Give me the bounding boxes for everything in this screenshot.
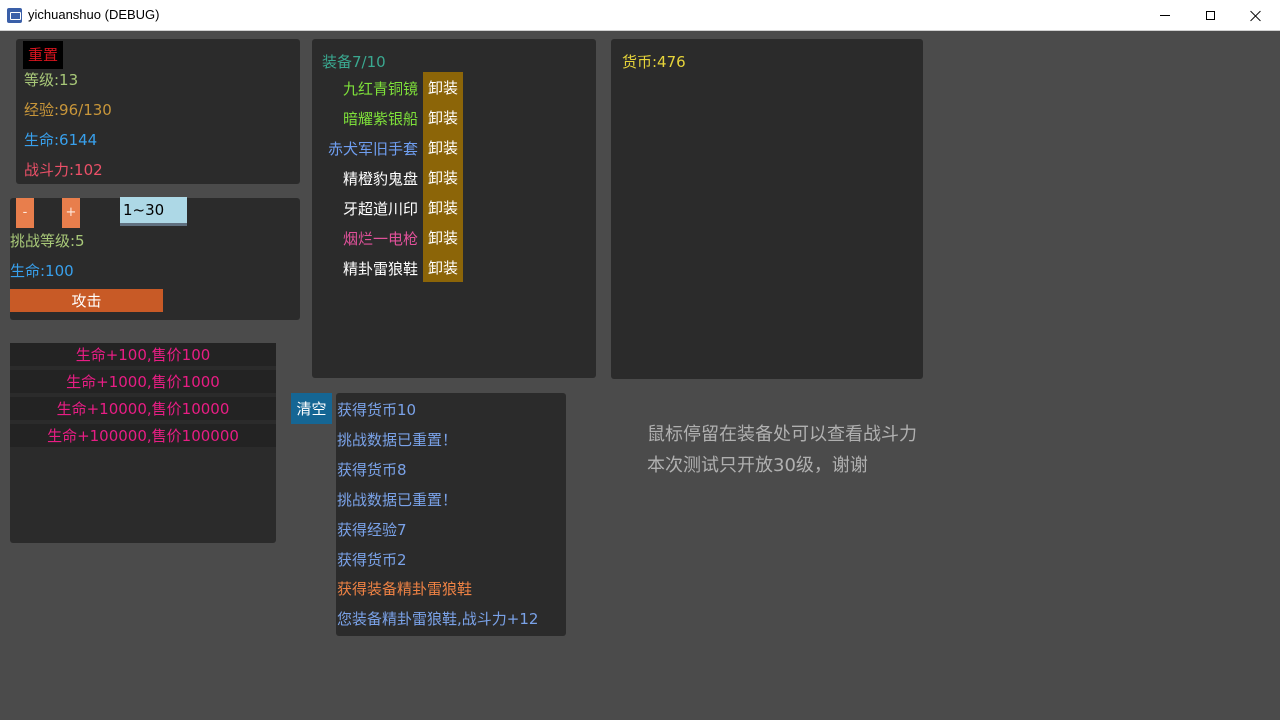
title-bar: yichuanshuo (DEBUG) bbox=[0, 0, 1280, 31]
close-icon bbox=[1250, 10, 1262, 22]
hint-level-cap: 本次测试只开放30级，谢谢 bbox=[647, 455, 868, 476]
maximize-icon bbox=[1205, 11, 1215, 20]
minimize-button[interactable] bbox=[1142, 0, 1188, 31]
unequip-button[interactable]: 卸装 bbox=[423, 102, 463, 132]
minimize-icon bbox=[1160, 15, 1170, 16]
equipment-item-name[interactable]: 暗耀紫银船 bbox=[322, 108, 418, 129]
equipment-item-name[interactable]: 精卦雷狼鞋 bbox=[322, 258, 418, 279]
enemy-hp: 生命:100 bbox=[10, 262, 74, 280]
inventory-panel bbox=[611, 39, 923, 379]
equipment-item-name[interactable]: 赤犬军旧手套 bbox=[322, 138, 418, 159]
log-line: 获得货币10 bbox=[337, 401, 417, 419]
level-range-field[interactable]: 1~30 bbox=[120, 197, 187, 226]
attack-button[interactable]: 攻击 bbox=[10, 289, 163, 312]
equipment-item-name[interactable]: 烟烂一电枪 bbox=[322, 228, 418, 249]
log-line: 挑战数据已重置！ bbox=[337, 491, 458, 509]
clear-log-button[interactable]: 清空 bbox=[291, 393, 332, 424]
log-line: 挑战数据已重置！ bbox=[337, 431, 458, 449]
increase-level-button[interactable]: + bbox=[62, 198, 80, 228]
close-button[interactable] bbox=[1233, 0, 1279, 31]
unequip-button[interactable]: 卸装 bbox=[423, 192, 463, 222]
equipment-item-name[interactable]: 精橙豹鬼盘 bbox=[322, 168, 418, 189]
shop-item-hp-100[interactable]: 生命+100,售价100 bbox=[10, 343, 276, 366]
unequip-button[interactable]: 卸装 bbox=[423, 72, 463, 102]
shop-item-hp-100000[interactable]: 生命+100000,售价100000 bbox=[10, 424, 276, 447]
hint-hover: 鼠标停留在装备处可以查看战斗力 bbox=[647, 424, 917, 445]
equipment-item-name[interactable]: 牙超道川印 bbox=[322, 198, 418, 219]
player-power: 战斗力:102 bbox=[24, 161, 103, 179]
unequip-button[interactable]: 卸装 bbox=[423, 252, 463, 282]
log-line: 获得装备精卦雷狼鞋 bbox=[337, 580, 473, 598]
equipment-item-name[interactable]: 九红青铜镜 bbox=[322, 78, 418, 99]
reset-button[interactable]: 重置 bbox=[23, 41, 63, 69]
player-hp: 生命:6144 bbox=[24, 131, 98, 149]
equipment-header: 装备7/10 bbox=[322, 53, 386, 71]
unequip-button[interactable]: 卸装 bbox=[423, 222, 463, 252]
log-line: 您装备精卦雷狼鞋,战斗力+12 bbox=[337, 610, 539, 628]
unequip-button[interactable]: 卸装 bbox=[423, 162, 463, 192]
decrease-level-button[interactable]: - bbox=[16, 198, 34, 228]
shop-item-hp-10000[interactable]: 生命+10000,售价10000 bbox=[10, 397, 276, 420]
window-title: yichuanshuo (DEBUG) bbox=[28, 7, 160, 22]
currency-label: 货币:476 bbox=[622, 53, 686, 71]
player-exp: 经验:96/130 bbox=[24, 101, 112, 119]
log-line: 获得经验7 bbox=[337, 521, 407, 539]
unequip-button[interactable]: 卸装 bbox=[423, 132, 463, 162]
app-icon bbox=[7, 8, 22, 23]
log-line: 获得货币2 bbox=[337, 551, 407, 569]
challenge-level: 挑战等级:5 bbox=[10, 232, 85, 250]
player-level: 等级:13 bbox=[24, 71, 79, 89]
shop-item-hp-1000[interactable]: 生命+1000,售价1000 bbox=[10, 370, 276, 393]
log-line: 获得货币8 bbox=[337, 461, 407, 479]
maximize-button[interactable] bbox=[1187, 0, 1233, 31]
